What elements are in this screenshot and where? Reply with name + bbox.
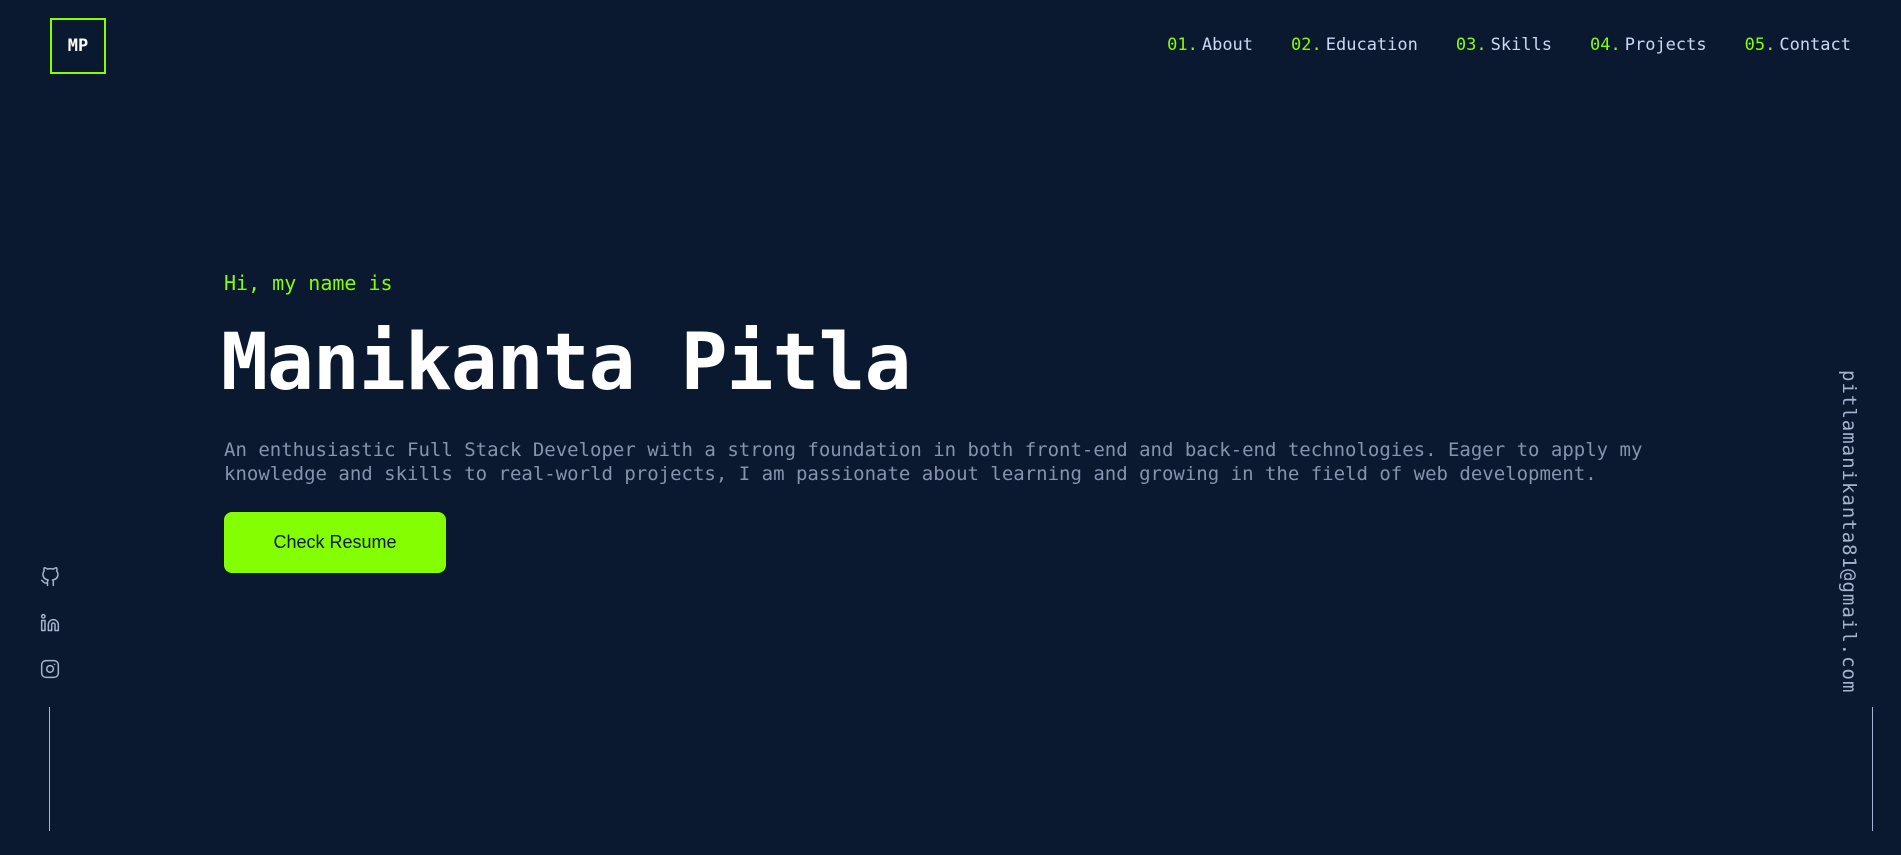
linkedin-link[interactable] (39, 612, 61, 634)
nav-item-contact[interactable]: 05. Contact (1745, 34, 1851, 56)
nav-label: Projects (1624, 35, 1707, 55)
hero-bio: An enthusiastic Full Stack Developer wit… (224, 439, 1643, 485)
email-link[interactable]: pitlamanikanta81@gmail.com (1838, 370, 1860, 693)
nav-number: 05. (1744, 35, 1776, 55)
hero-name: Manikanta Pitla (221, 318, 911, 408)
instagram-link[interactable] (39, 658, 61, 680)
linkedin-icon (40, 613, 60, 632)
github-icon (40, 567, 59, 587)
left-divider-line (49, 707, 50, 831)
check-resume-button[interactable]: Check Resume (224, 512, 446, 573)
nav-label: Contact (1779, 35, 1851, 55)
nav-label: Skills (1490, 35, 1553, 55)
hero-section: Hi, my name is Manikanta Pitla An enthus… (221, 270, 1684, 573)
nav-number: 01. (1167, 35, 1198, 55)
social-links (36, 566, 64, 680)
nav-number: 04. (1590, 35, 1621, 55)
nav-item-education[interactable]: 02. Education (1291, 34, 1418, 56)
nav-item-skills[interactable]: 03. Skills (1456, 34, 1552, 56)
github-link[interactable] (39, 566, 61, 588)
instagram-icon (40, 659, 60, 679)
right-divider-line (1872, 707, 1873, 831)
nav-label: Education (1325, 35, 1418, 55)
top-nav: 01. About 02. Education 03. Skills 04. Proje… (1167, 34, 1851, 56)
logo[interactable]: MP (50, 18, 106, 74)
nav-number: 02. (1291, 35, 1322, 55)
hero-greeting: Hi, my name is (224, 271, 393, 295)
nav-item-about[interactable]: 01. About (1167, 34, 1253, 56)
nav-label: About (1201, 35, 1254, 55)
nav-item-projects[interactable]: 04. Projects (1590, 34, 1707, 56)
nav-number: 03. (1455, 35, 1487, 55)
logo-text: MP (67, 36, 89, 56)
